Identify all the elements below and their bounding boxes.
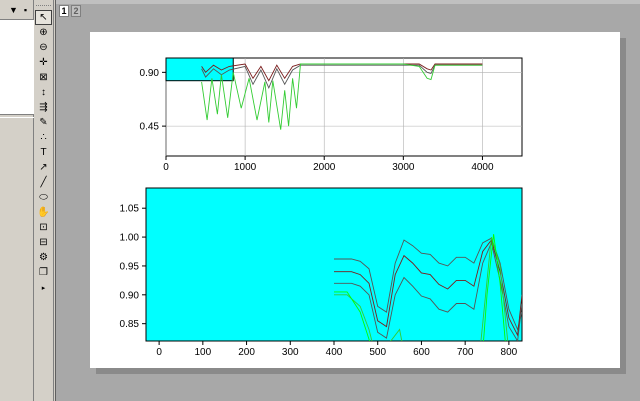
pointer-icon[interactable]: ↖	[35, 10, 52, 25]
zoom-out-icon[interactable]: ⊖	[35, 40, 52, 55]
screen-reader-icon[interactable]: ✛	[35, 55, 52, 70]
text-tool-icon[interactable]: T	[35, 145, 52, 160]
graph-workspace: 1 2 0 1000 2000 3000 4000 0.45 0.90 0 100 200 300 4…	[55, 0, 640, 401]
scatter-tool-icon[interactable]: ∴	[35, 130, 52, 145]
shape-tool-icon[interactable]: ⬭	[35, 190, 52, 205]
panel-divider	[0, 117, 34, 118]
mask-icon[interactable]: ⇶	[35, 100, 52, 115]
rescale-icon[interactable]: ⊡	[35, 220, 52, 235]
project-panel: ▼ ▪ ✕	[0, 0, 41, 401]
project-panel-header: ▼ ▪ ✕	[0, 3, 41, 17]
tools-toolbar: ↖ ⊕ ⊖ ✛ ⊠ ↕ ⇶ ✎ ∴ T ↗ ╱ ⬭ ✋ ⊡ ⊟ ⚙ ❐ ▸	[34, 0, 54, 401]
toolbar-grip[interactable]	[36, 5, 51, 7]
line-tool-icon[interactable]: ╱	[35, 175, 52, 190]
arrow-tool-icon[interactable]: ↗	[35, 160, 52, 175]
more-icon[interactable]: ▸	[35, 280, 52, 295]
pin-icon[interactable]: ▪	[24, 5, 27, 15]
hand-tool-icon[interactable]: ✋	[35, 205, 52, 220]
settings-icon[interactable]: ⚙	[35, 250, 52, 265]
project-tree[interactable]	[0, 19, 34, 115]
data-draw-icon[interactable]: ✎	[35, 115, 52, 130]
data-reader-icon[interactable]: ↕	[35, 85, 52, 100]
dropdown-icon[interactable]: ▼	[9, 5, 18, 15]
layers-icon[interactable]: ❐	[35, 265, 52, 280]
workspace-frame	[55, 0, 640, 401]
region-icon[interactable]: ⊟	[35, 235, 52, 250]
zoom-in-icon[interactable]: ⊕	[35, 25, 52, 40]
data-selector-icon[interactable]: ⊠	[35, 70, 52, 85]
